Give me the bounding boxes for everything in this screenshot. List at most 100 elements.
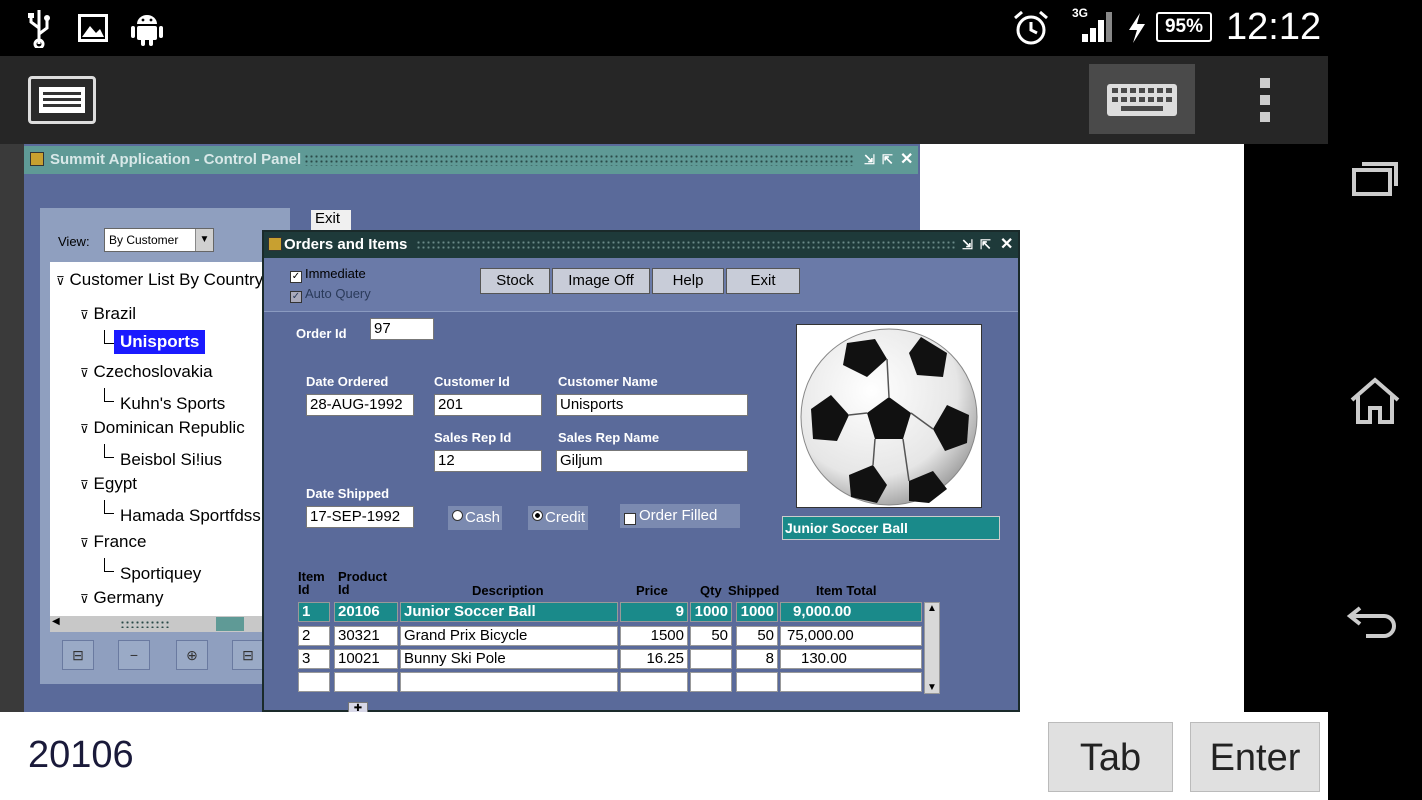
table-cell[interactable] — [780, 672, 922, 692]
chevron-down-icon[interactable]: ▼ — [195, 229, 213, 251]
table-cell[interactable]: 1000 — [736, 602, 778, 622]
control-panel-exit-button[interactable]: Exit — [311, 210, 351, 232]
close-icon[interactable]: ✕ — [1000, 232, 1013, 258]
back-icon[interactable] — [1346, 600, 1402, 640]
order-filled-checkbox[interactable]: ✓ Order Filled — [620, 504, 740, 528]
collapse-icon[interactable]: ⊽ — [80, 478, 89, 492]
table-cell[interactable] — [620, 672, 688, 692]
navigation-bar — [1328, 0, 1422, 800]
table-cell[interactable]: 3 — [298, 649, 330, 669]
tree-country[interactable]: ⊽ Brazil — [80, 304, 136, 324]
grid-vertical-scrollbar[interactable]: ▲ ▼ — [924, 602, 940, 694]
recent-apps-icon[interactable] — [1350, 158, 1400, 198]
add-row-icon[interactable]: ✚ — [348, 702, 368, 712]
tree-country[interactable]: ⊽ France — [80, 532, 146, 552]
collapse-node-button[interactable]: ⊟ — [232, 640, 264, 670]
image-off-button[interactable]: Image Off — [552, 268, 650, 294]
sales-rep-name-field[interactable]: Giljum — [556, 450, 748, 472]
control-panel-titlebar[interactable]: Summit Application - Control Panel ⇲ ⇱ ✕ — [24, 146, 918, 174]
view-select[interactable]: By Customer ▼ — [104, 228, 214, 252]
collapse-icon[interactable]: ⊽ — [80, 592, 89, 606]
sales-rep-id-field[interactable]: 12 — [434, 450, 542, 472]
enter-button[interactable]: Enter — [1190, 722, 1320, 792]
maximize-icon[interactable]: ⇱ — [980, 232, 991, 258]
table-cell[interactable]: 50 — [736, 626, 778, 646]
tree-country[interactable]: ⊽ Germany — [80, 588, 163, 608]
table-cell[interactable]: 20106 — [334, 602, 398, 622]
table-cell[interactable]: Grand Prix Bicycle — [400, 626, 618, 646]
table-cell[interactable] — [298, 672, 330, 692]
home-icon[interactable] — [1348, 376, 1402, 426]
order-id-field[interactable]: 97 — [370, 318, 434, 340]
tree-country[interactable]: ⊽ Egypt — [80, 474, 137, 494]
scroll-down-icon[interactable]: ▼ — [927, 682, 937, 693]
overflow-menu-icon[interactable] — [1256, 76, 1276, 124]
table-cell[interactable]: 30321 — [334, 626, 398, 646]
table-cell[interactable]: 10021 — [334, 649, 398, 669]
table-cell[interactable] — [690, 672, 732, 692]
orders-titlebar[interactable]: Orders and Items ⇲ ⇱ ✕ — [264, 232, 1018, 258]
table-cell[interactable]: 2 — [298, 626, 330, 646]
tree-root-label: Customer List By Country — [69, 270, 264, 289]
stock-button[interactable]: Stock — [480, 268, 550, 294]
minimize-icon[interactable]: ⇲ — [962, 232, 973, 258]
date-ordered-field[interactable]: 28-AUG-1992 — [306, 394, 414, 416]
scroll-left-icon[interactable]: ◀ — [52, 616, 60, 627]
customer-name-field[interactable]: Unisports — [556, 394, 748, 416]
table-cell[interactable] — [690, 649, 732, 669]
tree-root[interactable]: ⊽ Customer List By Country — [56, 270, 263, 290]
table-cell[interactable] — [400, 672, 618, 692]
table-cell[interactable]: 50 — [690, 626, 732, 646]
table-cell[interactable]: 130.00 — [780, 649, 922, 669]
collapse-icon[interactable]: ⊽ — [80, 422, 89, 436]
collapse-button[interactable]: − — [118, 640, 150, 670]
expand-button[interactable]: ⊕ — [176, 640, 208, 670]
immediate-checkbox[interactable]: ✓ Immediate — [290, 266, 366, 283]
table-cell[interactable] — [334, 672, 398, 692]
entry-value[interactable]: 20106 — [28, 734, 134, 777]
table-cell[interactable]: 1000 — [690, 602, 732, 622]
close-icon[interactable]: ✕ — [900, 146, 913, 174]
tree-connector — [104, 558, 114, 572]
collapse-icon[interactable]: ⊽ — [56, 274, 65, 288]
radio-selected-icon — [532, 510, 543, 521]
auto-query-checkbox[interactable]: ✓ Auto Query — [290, 286, 371, 303]
table-cell[interactable]: 1500 — [620, 626, 688, 646]
tree-customer[interactable]: Unisports — [114, 330, 206, 354]
help-button[interactable]: Help — [652, 268, 724, 294]
tree-connector — [104, 444, 114, 458]
tree-horizontal-scrollbar[interactable]: ◀ ▶ — [50, 616, 288, 632]
collapse-icon[interactable]: ⊽ — [80, 536, 89, 550]
collapse-icon[interactable]: ⊽ — [80, 366, 89, 380]
table-cell[interactable]: 9,000.00 — [780, 602, 922, 622]
cash-radio[interactable]: Cash — [448, 506, 502, 530]
remote-desktop-icon[interactable] — [28, 76, 96, 124]
customer-id-field[interactable]: 201 — [434, 394, 542, 416]
keyboard-icon[interactable] — [1089, 64, 1195, 134]
scroll-up-icon[interactable]: ▲ — [927, 603, 937, 614]
orders-exit-button[interactable]: Exit — [726, 268, 800, 294]
table-cell[interactable]: 8 — [736, 649, 778, 669]
collapse-all-button[interactable]: ⊟ — [62, 640, 94, 670]
tree-customer[interactable]: Sportiquey — [120, 564, 201, 584]
table-cell[interactable]: 9 — [620, 602, 688, 622]
collapse-icon[interactable]: ⊽ — [80, 308, 89, 322]
table-cell[interactable] — [736, 672, 778, 692]
screen-margin — [0, 144, 24, 712]
date-shipped-field[interactable]: 17-SEP-1992 — [306, 506, 414, 528]
tree-customer[interactable]: Hamada Sportfdss — [120, 506, 261, 526]
tree-customer[interactable]: Kuhn's Sports — [120, 394, 225, 414]
tree-customer[interactable]: Beisbol Si!ius — [120, 450, 222, 470]
table-cell[interactable]: Bunny Ski Pole — [400, 649, 618, 669]
maximize-icon[interactable]: ⇱ — [882, 146, 893, 174]
credit-radio[interactable]: Credit — [528, 506, 588, 530]
tree-country[interactable]: ⊽ Dominican Republic — [80, 418, 245, 438]
tree-country[interactable]: ⊽ Czechoslovakia — [80, 362, 213, 382]
scroll-thumb[interactable] — [216, 617, 244, 631]
table-cell[interactable]: Junior Soccer Ball — [400, 602, 618, 622]
tab-button[interactable]: Tab — [1048, 722, 1173, 792]
table-cell[interactable]: 75,000.00 — [780, 626, 922, 646]
minimize-icon[interactable]: ⇲ — [864, 146, 875, 174]
table-cell[interactable]: 1 — [298, 602, 330, 622]
table-cell[interactable]: 16.25 — [620, 649, 688, 669]
